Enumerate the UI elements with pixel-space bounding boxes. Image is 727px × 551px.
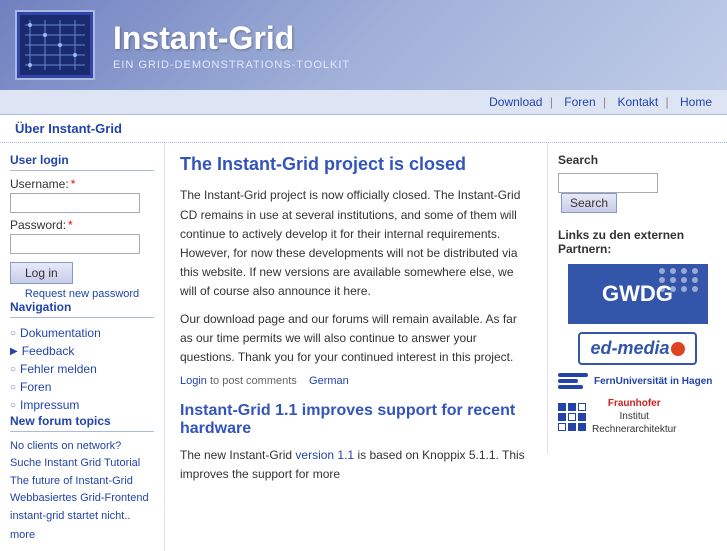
nav-foren[interactable]: Foren — [564, 95, 595, 109]
forum-topic-4[interactable]: instant-grid startet nicht.. — [10, 508, 154, 525]
site-title: Instant-Grid — [113, 20, 350, 57]
nav-home[interactable]: Home — [680, 95, 712, 109]
edmedia-circle — [671, 342, 685, 356]
main-layout: User login Username:* Password:* Log in … — [0, 143, 727, 551]
username-label: Username:* — [10, 177, 154, 191]
navigation-section: Navigation ○ Dokumentation ▶ Feedback ○ … — [10, 300, 154, 414]
fraunhofer-grid-icon — [558, 403, 586, 431]
fraunhofer-logo: FraunhoferInstitutRechnerarchitektur — [558, 397, 717, 436]
nav-item-impressum: ○ Impressum — [10, 396, 154, 414]
search-button[interactable]: Search — [561, 193, 617, 213]
fraunhofer-text: FraunhoferInstitutRechnerarchitektur — [592, 397, 676, 436]
search-input[interactable] — [558, 173, 658, 193]
nav-item-fehler: ○ Fehler melden — [10, 360, 154, 378]
center-content: The Instant-Grid project is closed The I… — [165, 143, 547, 502]
nav-bullet-foren: ○ — [10, 382, 16, 393]
more-link[interactable]: more — [10, 529, 154, 541]
sidebar: User login Username:* Password:* Log in … — [0, 143, 165, 551]
partners-title: Links zu den externen Partnern: — [558, 228, 717, 256]
article1-body2: Our download page and our forums will re… — [180, 310, 532, 368]
article1-login-link[interactable]: Login — [180, 375, 207, 387]
partners-section: Links zu den externen Partnern: GWDG ed-… — [558, 228, 717, 436]
nav-kontakt[interactable]: Kontakt — [617, 95, 658, 109]
fernuni-icon — [558, 373, 588, 389]
fernuni-logo: FernUniversität in Hagen — [558, 373, 717, 389]
search-title: Search — [558, 153, 717, 167]
nav-title: Navigation — [10, 300, 154, 318]
search-row: Search — [558, 173, 717, 213]
login-title: User login — [10, 153, 154, 171]
login-section: User login Username:* Password:* Log in … — [10, 153, 154, 300]
top-navigation: Download | Foren | Kontakt | Home — [0, 90, 727, 115]
article1-german-link[interactable]: German — [309, 375, 349, 387]
partner-fraunhofer: FraunhoferInstitutRechnerarchitektur — [558, 397, 717, 436]
search-section: Search Search — [558, 153, 717, 213]
nav-item-feedback: ▶ Feedback — [10, 342, 154, 360]
gwdg-logo: GWDG — [568, 264, 708, 324]
nav-download[interactable]: Download — [489, 95, 542, 109]
edmedia-logo: ed-media — [578, 332, 696, 365]
nav-bullet-impressum: ○ — [10, 400, 16, 411]
partner-fernuni: FernUniversität in Hagen — [558, 373, 717, 389]
forum-section: New forum topics No clients on network? … — [10, 414, 154, 541]
gwdg-dots — [659, 268, 700, 292]
article1-footer: Login to post comments German — [180, 375, 532, 387]
fernuni-text: FernUniversität in Hagen — [594, 376, 712, 387]
forum-topic-3[interactable]: Webbasiertes Grid-Frontend — [10, 490, 154, 507]
forum-title: New forum topics — [10, 414, 154, 432]
version-link[interactable]: version 1.1 — [295, 448, 354, 462]
login-button-row: Log in — [10, 262, 154, 284]
login-button[interactable]: Log in — [10, 262, 73, 284]
password-input[interactable] — [10, 234, 140, 254]
nav-link-feedback[interactable]: Feedback — [22, 344, 75, 358]
partner-gwdg: GWDG — [558, 264, 717, 324]
nav-item-foren: ○ Foren — [10, 378, 154, 396]
site-header: Instant-Grid Ein Grid-Demonstrations-Too… — [0, 0, 727, 90]
nav-sep-1: | — [550, 95, 553, 109]
header-text: Instant-Grid Ein Grid-Demonstrations-Too… — [113, 20, 350, 71]
nav-link-impressum[interactable]: Impressum — [20, 398, 79, 412]
right-sidebar: Search Search Links zu den externen Part… — [547, 143, 727, 454]
article2-body: The new Instant-Grid version 1.1 is base… — [180, 446, 532, 484]
request-password-link[interactable]: Request new password — [10, 288, 154, 300]
article1-body1: The Instant-Grid project is now official… — [180, 186, 532, 301]
nav-arrow-feedback: ▶ — [10, 346, 18, 357]
nav-item-dokumentation: ○ Dokumentation — [10, 324, 154, 342]
forum-topic-1[interactable]: Suche Instant Grid Tutorial — [10, 455, 154, 472]
username-input[interactable] — [10, 193, 140, 213]
site-subtitle: Ein Grid-Demonstrations-Toolkit — [113, 59, 350, 71]
nav-link-dokumentation[interactable]: Dokumentation — [20, 326, 101, 340]
breadcrumb: Über Instant-Grid — [0, 115, 727, 143]
forum-topic-0[interactable]: No clients on network? — [10, 438, 154, 455]
edmedia-text: ed-media — [590, 338, 669, 358]
partner-edmedia: ed-media — [558, 332, 717, 365]
nav-sep-2: | — [603, 95, 606, 109]
forum-topic-2[interactable]: The future of Instant-Grid — [10, 473, 154, 490]
nav-sep-3: | — [666, 95, 669, 109]
article2-title: Instant-Grid 1.1 improves support for re… — [180, 402, 532, 438]
site-logo — [15, 10, 95, 80]
nav-bullet-dokumentation: ○ — [10, 328, 16, 339]
password-label: Password:* — [10, 218, 154, 232]
article1-title: The Instant-Grid project is closed — [180, 153, 532, 176]
nav-bullet-fehler: ○ — [10, 364, 16, 375]
nav-link-fehler[interactable]: Fehler melden — [20, 362, 97, 376]
nav-link-foren[interactable]: Foren — [20, 380, 51, 394]
